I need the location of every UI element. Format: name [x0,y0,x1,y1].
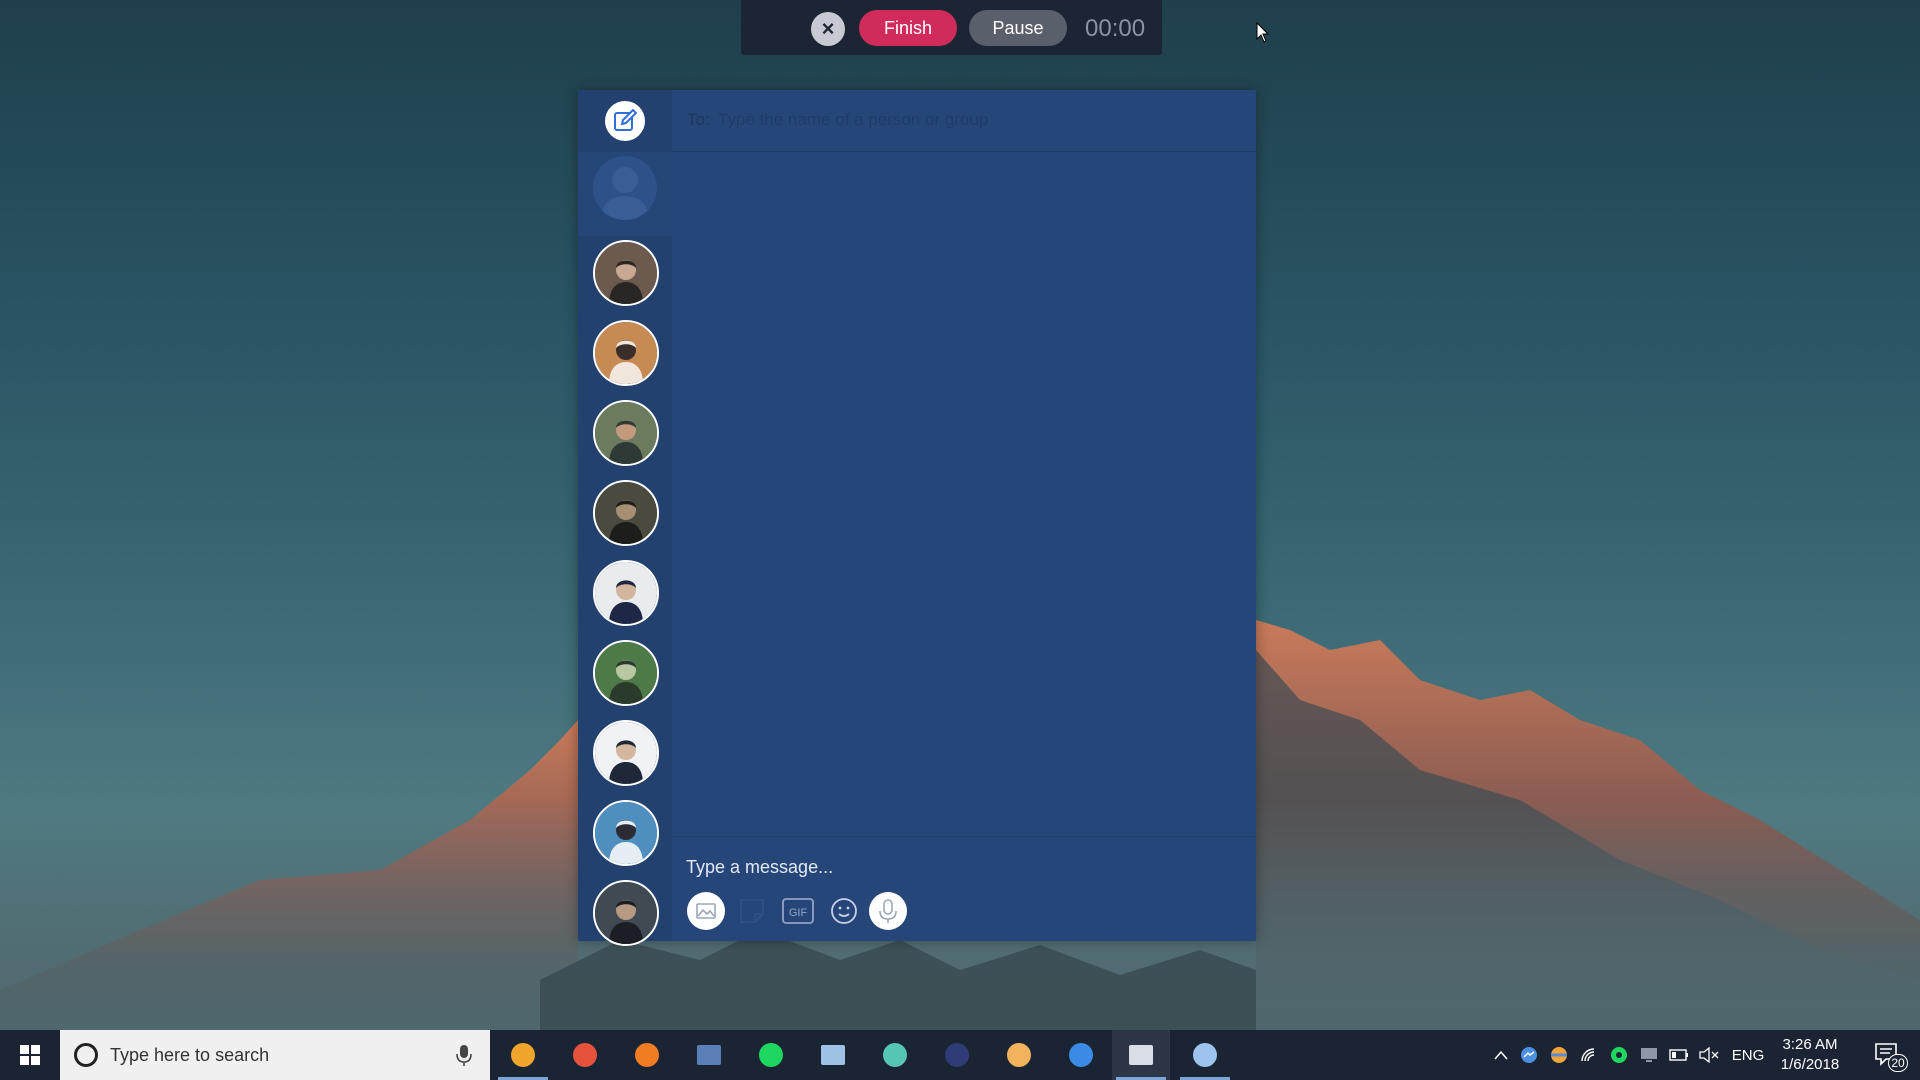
taskbar-app-cloud-storage-1-icon [511,1043,535,1067]
taskbar-app-spotify[interactable] [742,1030,800,1080]
compose-cell [578,90,672,152]
show-hidden-icons-button[interactable] [1488,1030,1514,1080]
sticker-button[interactable] [732,891,772,931]
photo-button[interactable] [686,891,726,931]
contact-avatar[interactable] [593,320,659,386]
tray-battery[interactable] [1666,1030,1692,1080]
sticker-icon [740,899,764,923]
finish-recording-button[interactable]: Finish [859,10,957,46]
recipient-input[interactable] [718,106,1238,134]
clock-time: 3:26 AM [1782,1036,1838,1053]
recording-timer: 00:00 [1085,15,1146,42]
taskbar-app-avatar-icon [1007,1043,1031,1067]
taskbar-app-cloud-icon [1193,1043,1217,1067]
taskbar: ENG 3:26 AM 1/6/2018 20 [0,1030,1920,1080]
tray-app[interactable] [1546,1030,1572,1080]
taskbar-app-dark-blue[interactable] [928,1030,986,1080]
taskbar-app-slack[interactable] [866,1030,924,1080]
svg-text:GIF: GIF [789,907,808,919]
photo-icon [687,892,725,930]
taskbar-app-spotify-icon [759,1043,783,1067]
taskbar-search-input[interactable] [110,1042,410,1068]
message-composer: GIF [672,836,1256,941]
contact-photo [595,242,657,304]
message-input[interactable] [686,853,1226,881]
contact-avatar[interactable] [593,880,659,946]
contact-photo [595,882,657,944]
tray-volume[interactable] [1696,1030,1722,1080]
battery-icon [1669,1049,1688,1061]
taskbar-app-messenger[interactable] [1052,1030,1110,1080]
clock-date: 1/6/2018 [1780,1056,1840,1073]
notification-count-badge: 20 [1888,1054,1908,1072]
contact-photo [595,802,657,864]
contact-avatar[interactable] [593,720,659,786]
recording-toolbar: × Finish Pause 00:00 [741,0,1162,55]
orange-circle-tray-icon [1551,1047,1567,1063]
contact-avatar[interactable] [593,240,659,306]
action-center-button[interactable]: 20 [1862,1030,1912,1080]
contact-photo [595,322,657,384]
close-recording-button[interactable]: × [811,12,845,46]
taskbar-app-editor-icon [1129,1045,1153,1065]
wifi-icon [1581,1048,1595,1062]
chevron-up-icon [1494,1050,1508,1060]
taskbar-app-slack-icon [883,1043,907,1067]
recipient-bar: To: [672,90,1256,152]
conversation-sidebar [578,90,672,946]
contact-photo [595,642,657,704]
taskbar-clock[interactable]: 3:26 AM 1/6/2018 [1760,1035,1860,1075]
contact-avatar[interactable] [593,800,659,866]
contact-photo [595,402,657,464]
voice-clip-button[interactable] [868,891,908,931]
pause-recording-button[interactable]: Pause [969,10,1067,46]
volume-muted-icon [1699,1047,1719,1063]
contact-avatar[interactable] [593,400,659,466]
contact-photo [595,562,657,624]
taskbar-app-file-explorer-icon [697,1045,721,1065]
emoji-icon [831,898,857,924]
taskbar-app-cloud-storage-1[interactable] [494,1030,552,1080]
taskbar-app-chrome[interactable] [556,1030,614,1080]
contact-avatar[interactable] [593,560,659,626]
tray-messenger[interactable] [1516,1030,1542,1080]
placeholder-avatar [593,156,657,220]
microphone-icon [869,892,907,930]
green-circle-tray-icon [1611,1047,1627,1063]
contact-avatar[interactable] [593,640,659,706]
contact-photo [595,722,657,784]
taskbar-app-firefox-icon [635,1043,659,1067]
start-button[interactable] [0,1030,60,1080]
person-silhouette-icon [601,167,649,220]
monitor-icon [1641,1048,1657,1062]
emoji-button[interactable] [824,891,864,931]
contact-avatar[interactable] [593,480,659,546]
taskbar-app-chrome-icon [573,1043,597,1067]
taskbar-app-dark-blue-icon [945,1043,969,1067]
gif-button[interactable]: GIF [778,891,818,931]
new-message-button[interactable] [605,101,645,141]
taskbar-app-messenger-icon [1069,1043,1093,1067]
taskbar-app-firefox[interactable] [618,1030,676,1080]
tray-display[interactable] [1636,1030,1662,1080]
taskbar-app-file-explorer[interactable] [680,1030,738,1080]
microphone-icon[interactable] [454,1043,474,1067]
mouse-cursor-icon [1256,22,1270,43]
tray-spotify[interactable] [1606,1030,1632,1080]
gif-icon: GIF [782,898,814,924]
messenger-tray-icon [1521,1047,1537,1063]
compose-icon [614,109,637,131]
contact-photo [595,482,657,544]
taskbar-app-editor[interactable] [1112,1030,1170,1080]
to-label: To: [687,110,710,129]
taskbar-search[interactable] [60,1030,490,1080]
taskbar-app-avatar[interactable] [990,1030,1048,1080]
tray-wifi[interactable] [1576,1030,1602,1080]
taskbar-app-photos-icon [821,1045,845,1065]
taskbar-app-cloud[interactable] [1176,1030,1234,1080]
messenger-window: To: GIF [578,90,1256,946]
windows-logo-icon [20,1045,40,1065]
cortana-icon [74,1043,98,1067]
taskbar-app-photos[interactable] [804,1030,862,1080]
